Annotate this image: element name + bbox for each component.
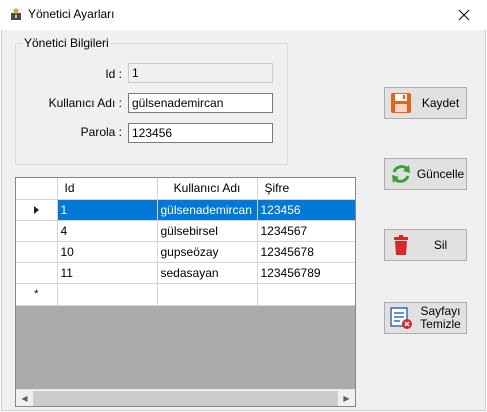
row-header[interactable]	[16, 262, 58, 284]
grid-corner-cell[interactable]	[16, 178, 58, 200]
group-legend: Yönetici Bilgileri	[22, 36, 111, 50]
cell-password[interactable]: 12345678	[257, 241, 355, 263]
save-icon	[391, 93, 411, 113]
password-field[interactable]: 123456	[128, 123, 273, 143]
update-button-label: Güncelle	[416, 166, 465, 181]
table-row[interactable]: 4 gülsebirsel 1234567	[16, 220, 355, 242]
clear-page-button-label: Sayfayı Temizle	[415, 305, 466, 331]
table-row[interactable]: 1 gülsenademircan 123456	[16, 199, 355, 221]
id-label: Id :	[105, 67, 122, 81]
cell-id[interactable]: 10	[57, 241, 158, 263]
horizontal-scrollbar[interactable]: ◀ ▶	[16, 389, 355, 406]
delete-button[interactable]: Sil	[384, 229, 467, 261]
save-button-label: Kaydet	[421, 95, 460, 110]
update-button[interactable]: Güncelle	[384, 158, 467, 190]
delete-button-label: Sil	[433, 237, 448, 252]
new-row-asterisk-icon: *	[34, 287, 39, 300]
column-header-username[interactable]: Kullanıcı Adı	[157, 178, 258, 200]
cell-password[interactable]: 123456	[257, 199, 355, 221]
column-header-id[interactable]: Id	[57, 178, 158, 200]
cell-username[interactable]: gülsebirsel	[157, 220, 258, 242]
table-row[interactable]: 11 sedasayan 123456789	[16, 262, 355, 284]
cell-id[interactable]: 4	[57, 220, 158, 242]
grid-header-row: Id Kullanıcı Adı Şifre	[16, 178, 355, 200]
clear-form-icon	[390, 307, 412, 329]
new-cell-username[interactable]	[157, 283, 258, 306]
user-lock-icon	[11, 8, 21, 20]
password-label: Parola :	[80, 125, 122, 139]
username-label: Kullanıcı Adı :	[48, 96, 122, 110]
table-row[interactable]: 10 gupseözay 12345678	[16, 241, 355, 263]
clear-page-line2: Temizle	[420, 317, 461, 331]
admin-data-grid[interactable]: Id Kullanıcı Adı Şifre 1 gülsenademircan…	[15, 177, 356, 407]
save-button[interactable]: Kaydet	[384, 87, 467, 119]
new-cell-password[interactable]	[257, 283, 355, 306]
column-header-password[interactable]: Şifre	[257, 178, 355, 200]
close-icon	[458, 9, 470, 21]
cell-password[interactable]: 123456789	[257, 262, 355, 284]
clear-page-button[interactable]: Sayfayı Temizle	[384, 302, 467, 334]
cell-password[interactable]: 1234567	[257, 220, 355, 242]
scroll-left-icon[interactable]: ◀	[16, 390, 33, 406]
cell-username[interactable]: gülsenademircan	[157, 199, 258, 221]
cell-id[interactable]: 1	[57, 199, 158, 221]
close-button[interactable]	[441, 0, 487, 30]
grid-table: Id Kullanıcı Adı Şifre 1 gülsenademircan…	[16, 178, 355, 306]
cell-username[interactable]: gupseözay	[157, 241, 258, 263]
current-row-arrow-icon	[33, 206, 39, 215]
title-bar: Yönetici Ayarları	[0, 0, 487, 30]
row-header-current[interactable]	[16, 199, 58, 221]
row-header[interactable]	[16, 241, 58, 263]
scrollbar-thumb[interactable]	[33, 391, 338, 406]
new-row[interactable]: *	[16, 283, 355, 306]
new-row-header[interactable]: *	[16, 283, 58, 306]
new-cell-id[interactable]	[57, 283, 158, 306]
username-field[interactable]: gülsenademircan	[128, 93, 273, 113]
trash-icon	[394, 235, 408, 255]
scroll-right-icon[interactable]: ▶	[338, 390, 355, 406]
cell-id[interactable]: 11	[57, 262, 158, 284]
form-client-area: Yönetici Bilgileri Id : 1 Kullanıcı Adı …	[1, 30, 486, 411]
refresh-icon	[392, 165, 410, 183]
row-header[interactable]	[16, 220, 58, 242]
window-title: Yönetici Ayarları	[28, 7, 115, 21]
cell-username[interactable]: sedasayan	[157, 262, 258, 284]
clear-page-line1: Sayfayı	[420, 304, 461, 318]
id-field: 1	[128, 63, 273, 83]
